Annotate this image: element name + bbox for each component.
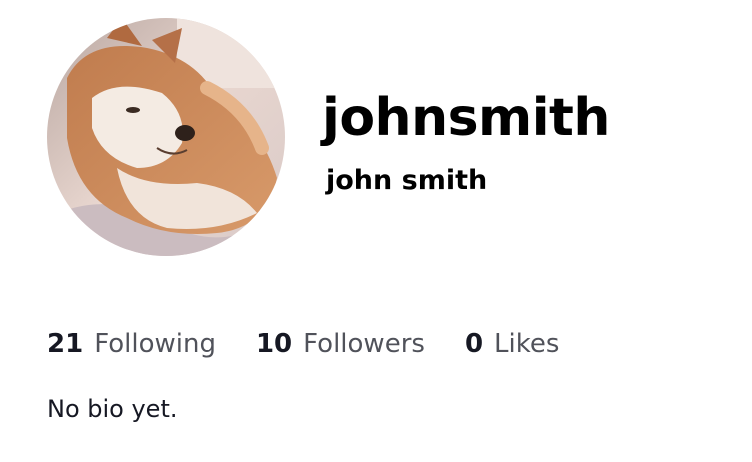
following-label: Following <box>94 329 216 359</box>
bio-text: No bio yet. <box>47 395 178 423</box>
followers-count: 10 <box>255 329 293 359</box>
likes-count: 0 <box>464 329 484 359</box>
profile-stats: 21 Following 10 Followers 0 Likes <box>47 324 559 364</box>
stat-likes[interactable]: 0 Likes <box>465 329 559 359</box>
stat-following[interactable]: 21 Following <box>47 329 216 359</box>
likes-label: Likes <box>494 329 560 359</box>
following-count: 21 <box>47 329 84 359</box>
stat-followers[interactable]: 10 Followers <box>256 329 425 359</box>
username: johnsmith <box>322 88 610 148</box>
nickname: john smith <box>326 165 488 196</box>
avatar[interactable] <box>47 18 285 256</box>
avatar-photo-icon <box>47 18 285 256</box>
followers-label: Followers <box>303 329 425 359</box>
